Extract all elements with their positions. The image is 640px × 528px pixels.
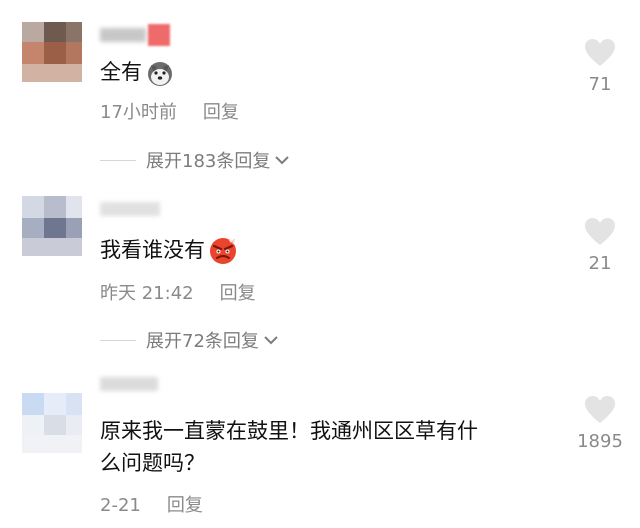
heart-icon[interactable]	[584, 38, 616, 68]
comment-text: 我看谁没有	[100, 234, 237, 266]
comment-text-line: 原来我一直蒙在鼓里！我通州区区草有什	[100, 419, 478, 443]
like-count: 71	[588, 74, 612, 95]
avatar[interactable]	[22, 22, 82, 82]
username-blurred[interactable]	[100, 202, 160, 216]
username-blurred[interactable]	[100, 28, 146, 42]
heart-icon[interactable]	[584, 217, 616, 247]
divider-line	[100, 339, 136, 341]
comment-meta: 17小时前 回复	[100, 98, 239, 124]
comment-item: 原来我一直蒙在鼓里！我通州区区草有什 么问题吗？ 2-21 回复 1895	[0, 355, 640, 528]
expand-replies-label[interactable]: 展开72条回复	[146, 327, 259, 353]
like-area: 1895	[560, 395, 640, 452]
comment-time: 昨天 21:42	[100, 283, 194, 304]
chevron-down-icon	[275, 156, 290, 165]
reply-button[interactable]: 回复	[220, 283, 256, 304]
comment-text-content: 我看谁没有	[100, 238, 205, 262]
comment-meta: 2-21 回复	[100, 491, 203, 517]
comment-text: 原来我一直蒙在鼓里！我通州区区草有什 么问题吗？	[100, 415, 478, 479]
expand-replies[interactable]: 展开72条回复	[100, 328, 279, 352]
avatar[interactable]	[22, 196, 82, 256]
like-area: 21	[560, 217, 640, 274]
divider-line	[100, 159, 136, 161]
username-badge	[148, 24, 170, 46]
comment-time: 2-21	[100, 495, 141, 516]
username-blurred[interactable]	[100, 377, 158, 391]
husky-dog-emoji	[148, 62, 172, 86]
like-area: 71	[560, 38, 640, 95]
comment-text-content: 全有	[100, 60, 142, 84]
expand-replies[interactable]: 展开183条回复	[100, 148, 290, 172]
chevron-down-icon	[264, 336, 278, 345]
like-count: 21	[588, 253, 612, 274]
comment-item: 我看谁没有 昨天 21:42 回复 展开72条回复 21	[0, 180, 640, 355]
reply-button[interactable]: 回复	[167, 495, 203, 516]
expand-replies-label[interactable]: 展开183条回复	[146, 147, 270, 173]
reply-button[interactable]: 回复	[203, 102, 239, 123]
like-count: 1895	[577, 431, 623, 452]
comment-time: 17小时前	[100, 102, 177, 123]
angry-face-emoji	[210, 238, 236, 264]
comment-text: 全有	[100, 56, 174, 88]
comment-item: 全有 17小时前 回复 展开183条回复 71	[0, 0, 640, 180]
avatar[interactable]	[22, 393, 82, 453]
comment-text-line: 么问题吗？	[100, 451, 205, 475]
comment-meta: 昨天 21:42 回复	[100, 279, 256, 305]
heart-icon[interactable]	[584, 395, 616, 425]
